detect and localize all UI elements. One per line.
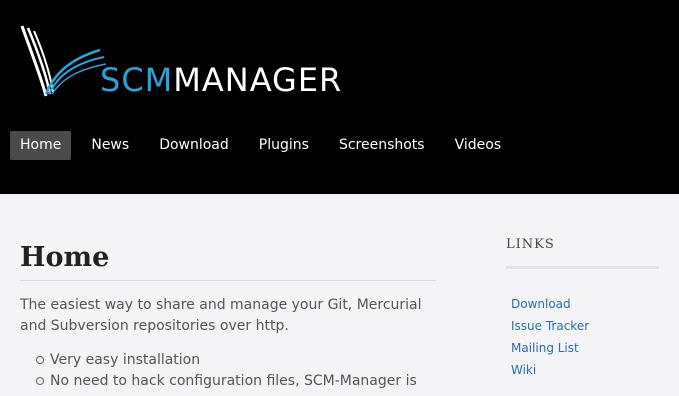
main-nav: Home News Download Plugins Screenshots V… [10,131,521,160]
nav-screenshots[interactable]: Screenshots [329,131,435,160]
logo-wordmark: SCMMANAGER [100,64,342,96]
link-issue-tracker[interactable]: Issue Tracker [511,319,589,333]
nav-download[interactable]: Download [149,131,239,160]
sidebar-links: Download Issue Tracker Mailing List Wiki [506,293,659,381]
list-item: Mailing List [511,337,659,359]
logo-swoosh-icon [20,25,107,97]
nav-news[interactable]: News [81,131,139,160]
circle-bullet-icon [36,377,44,385]
logo-text-scm: SCM [100,61,174,99]
circle-bullet-icon [36,356,44,364]
link-download[interactable]: Download [511,297,571,311]
sidebar: LINKS Download Issue Tracker Mailing Lis… [506,236,659,381]
link-wiki[interactable]: Wiki [511,363,536,377]
main-content: Home The easiest way to share and manage… [20,236,436,392]
list-item: Wiki [511,359,659,381]
nav-videos[interactable]: Videos [445,131,512,160]
link-mailing-list[interactable]: Mailing List [511,341,579,355]
nav-home[interactable]: Home [10,131,72,160]
site-header: SCMMANAGER Home News Download Plugins Sc… [0,0,679,194]
feature-list: Very easy installation No need to hack c… [20,350,436,392]
feature-text: No need to hack configuration files, SCM… [50,373,417,389]
list-item: Very easy installation [36,350,436,371]
feature-text: Very easy installation [50,352,201,368]
list-item: Issue Tracker [511,315,659,337]
list-item: Download [511,293,659,315]
sidebar-title: LINKS [506,236,659,269]
intro-text: The easiest way to share and manage your… [20,297,422,334]
scm-manager-logo[interactable]: SCMMANAGER [20,24,341,98]
nav-plugins[interactable]: Plugins [249,131,319,160]
page-title: Home [20,236,436,281]
list-item: No need to hack configuration files, SCM… [36,371,436,392]
logo-text-manager: MANAGER [173,61,343,99]
